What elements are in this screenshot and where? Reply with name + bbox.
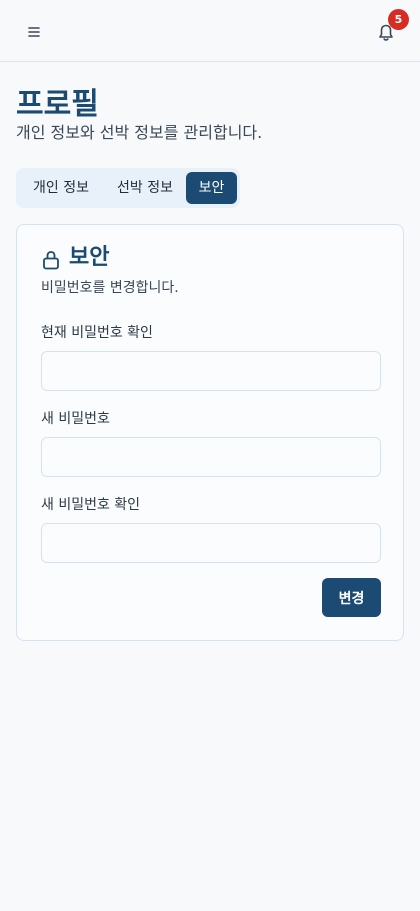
tab-personal-info[interactable]: 개인 정보: [22, 172, 100, 204]
tab-vessel-info[interactable]: 선박 정보: [104, 172, 186, 204]
page-subtitle: 개인 정보와 선박 정보를 관리합니다.: [16, 123, 263, 142]
hamburger-menu-icon[interactable]: [24, 22, 44, 42]
change-password-button[interactable]: 변경: [322, 578, 381, 617]
current-password-label: 현재 비밀번호 확인: [41, 325, 153, 341]
notification-count-badge: 5: [388, 9, 409, 30]
new-password-input[interactable]: [41, 437, 381, 477]
tab-security[interactable]: 보안: [186, 172, 237, 204]
top-bar: 5: [0, 0, 420, 62]
confirm-new-password-input[interactable]: [41, 523, 381, 563]
lock-icon: [41, 249, 61, 271]
profile-tabs: 개인 정보 선박 정보 보안: [16, 168, 240, 208]
confirm-new-password-label: 새 비밀번호 확인: [41, 497, 141, 513]
new-password-label: 새 비밀번호: [41, 411, 110, 427]
current-password-input[interactable]: [41, 351, 381, 391]
security-card-title: 보안: [69, 245, 110, 270]
page-title: 프로필: [16, 87, 99, 122]
security-card: 보안 비밀번호를 변경합니다. 현재 비밀번호 확인 새 비밀번호 새 비밀번호…: [16, 224, 404, 641]
security-card-description: 비밀번호를 변경합니다.: [41, 280, 179, 296]
